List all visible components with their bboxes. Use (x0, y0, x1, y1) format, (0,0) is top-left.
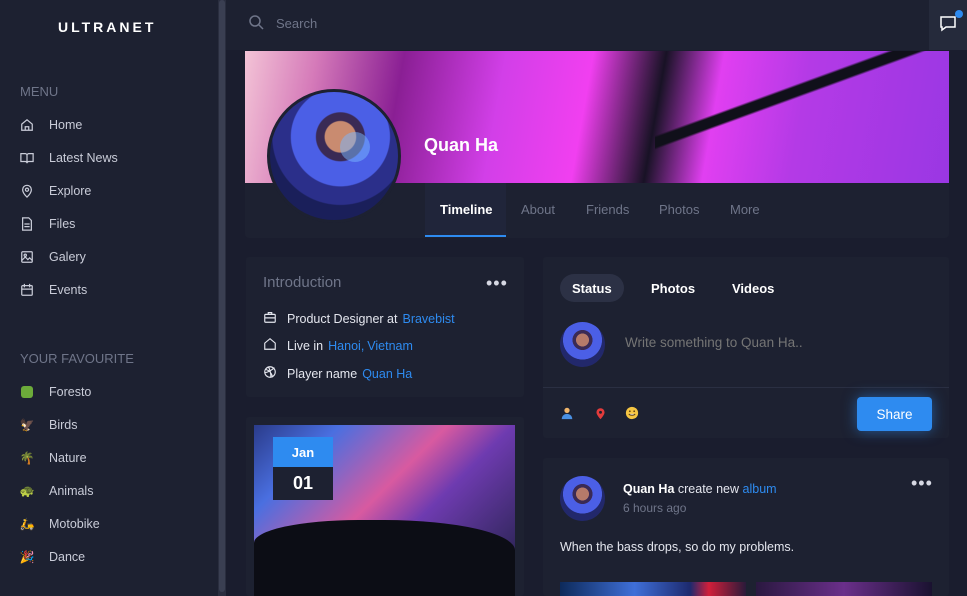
sidebar-item-motobike[interactable]: 🛵 Motobike (20, 513, 100, 535)
forest-icon (20, 385, 34, 399)
sidebar-item-label: Galery (49, 250, 86, 264)
location-pin-icon[interactable] (592, 405, 608, 421)
event-date-badge: Jan 01 (273, 437, 333, 500)
sidebar-scrollbar[interactable] (218, 0, 226, 596)
party-popper-icon: 🎉 (19, 550, 35, 564)
sidebar-item-label: Home (49, 118, 83, 132)
home-icon (263, 337, 287, 354)
player-link[interactable]: Quan Ha (362, 367, 412, 381)
tab-friends[interactable]: Friends (586, 202, 629, 217)
status-input[interactable] (625, 335, 925, 350)
sidebar-item-label: Nature (49, 451, 87, 465)
country-link[interactable]: Vietnam (367, 339, 413, 353)
sidebar-item-label: Motobike (49, 517, 100, 531)
dribbble-icon (263, 365, 287, 382)
profile-avatar[interactable] (267, 89, 401, 223)
notification-dot (955, 10, 963, 18)
sidebar-item-nature[interactable]: 🌴 Nature (20, 447, 87, 469)
post-card (543, 458, 949, 596)
sidebar-item-label: Animals (49, 484, 94, 498)
post-timestamp: 6 hours ago (623, 501, 687, 515)
palm-tree-icon: 🌴 (19, 451, 35, 465)
animal-icon: 🐢 (19, 484, 35, 498)
post-text: When the bass drops, so do my problems. (560, 540, 795, 554)
sidebar-item-dance[interactable]: 🎉 Dance (19, 546, 86, 568)
sidebar-item-explore[interactable]: Explore (20, 180, 91, 202)
share-button[interactable]: Share (857, 397, 932, 431)
company-link[interactable]: Bravebist (402, 312, 454, 326)
tab-photos[interactable]: Photos (659, 202, 699, 217)
tab-status[interactable]: Status (560, 274, 624, 302)
album-photo-2[interactable] (756, 582, 932, 596)
app-logo[interactable]: ULTRANET (58, 19, 156, 35)
sidebar-item-label: Birds (49, 418, 78, 432)
sidebar-item-label: Events (49, 283, 88, 297)
bird-icon: 🦅 (19, 418, 35, 432)
search-bar[interactable]: Search (248, 14, 317, 33)
intro-location-text: Live in (287, 338, 324, 353)
city-link[interactable]: Hanoi (328, 339, 361, 353)
sidebar-item-foresto[interactable]: Foresto (20, 381, 91, 403)
intro-row-player: Player name Quan Ha (263, 365, 412, 382)
scrollbar-thumb[interactable] (219, 0, 225, 592)
tab-more[interactable]: More (730, 202, 760, 217)
sidebar-item-events[interactable]: Events (20, 279, 87, 301)
sidebar-item-label: Files (49, 217, 76, 231)
intro-more-button[interactable]: ••• (486, 274, 508, 292)
post-action: create new (677, 482, 740, 496)
sidebar-item-label: Latest News (49, 151, 118, 165)
search-input[interactable]: Search (276, 16, 317, 31)
album-photo-1[interactable] (560, 582, 746, 596)
calendar-icon (20, 283, 34, 297)
chat-icon (939, 14, 957, 37)
sidebar-item-label: Foresto (49, 385, 92, 399)
file-icon (20, 217, 34, 231)
location-pin-icon (20, 184, 34, 198)
post-header: Quan Ha create new album (623, 482, 777, 496)
menu-section-title: MENU (20, 84, 59, 99)
sidebar-item-galery[interactable]: Galery (20, 246, 86, 268)
composer-divider (543, 387, 949, 388)
composer-avatar (560, 322, 605, 367)
active-tab-indicator (425, 235, 506, 237)
tab-timeline[interactable]: Timeline (440, 202, 493, 217)
post-album-link[interactable]: album (743, 482, 777, 496)
tab-videos[interactable]: Videos (720, 274, 786, 302)
home-icon (20, 118, 34, 132)
favourite-section-title: YOUR FAVOURITE (20, 351, 134, 366)
sidebar-item-latest-news[interactable]: Latest News (20, 147, 118, 169)
sidebar-item-label: Explore (49, 184, 92, 198)
intro-title: Introduction (263, 274, 342, 291)
intro-job-text: Product Designer at (287, 311, 398, 326)
sidebar-item-birds[interactable]: 🦅 Birds (19, 414, 78, 436)
top-bar (226, 0, 967, 50)
intro-row-location: Live in Hanoi, Vietnam (263, 337, 413, 354)
profile-name: Quan Ha (424, 135, 499, 155)
book-icon (20, 151, 34, 165)
sidebar-item-animals[interactable]: 🐢 Animals (19, 480, 94, 502)
messages-button[interactable] (929, 0, 967, 50)
sidebar-item-files[interactable]: Files (20, 213, 75, 235)
intro-row-job: Product Designer at Bravebist (263, 310, 455, 327)
motorbike-icon: 🛵 (19, 517, 35, 531)
post-author-name[interactable]: Quan Ha (623, 482, 674, 496)
post-avatar[interactable] (560, 476, 605, 521)
sidebar-item-home[interactable]: Home (20, 114, 82, 136)
tag-user-icon[interactable] (559, 405, 575, 421)
sidebar-item-label: Dance (49, 550, 86, 564)
emoji-icon[interactable] (624, 405, 640, 421)
tab-photos-composer[interactable]: Photos (639, 274, 707, 302)
intro-player-text: Player name (287, 366, 358, 381)
tab-about[interactable]: About (521, 202, 555, 217)
image-icon (20, 250, 34, 264)
post-more-button[interactable]: ••• (911, 474, 933, 492)
search-icon (248, 14, 276, 33)
event-month: Jan (273, 437, 333, 467)
briefcase-icon (263, 310, 287, 327)
location-separator: , (360, 338, 365, 353)
event-day: 01 (273, 467, 333, 500)
